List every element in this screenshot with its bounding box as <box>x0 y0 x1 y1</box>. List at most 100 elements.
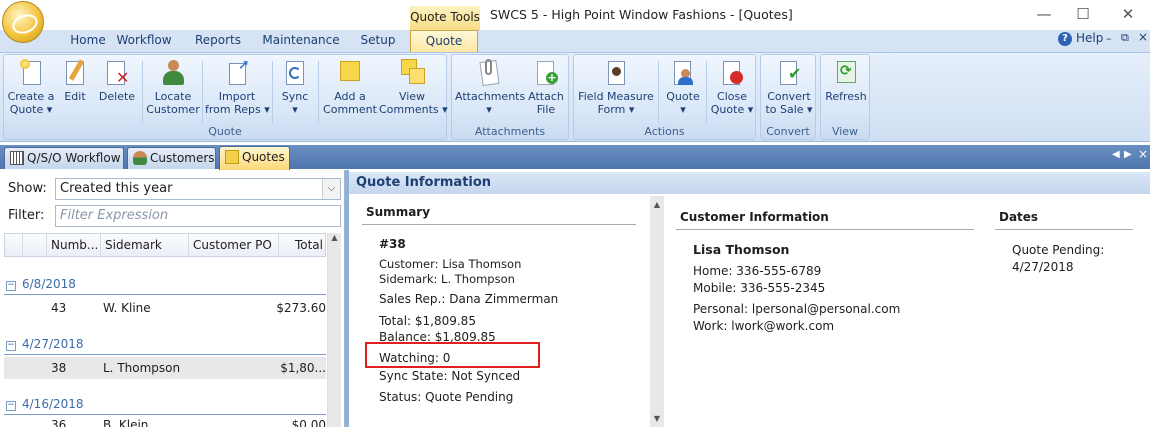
table-row-selected[interactable]: 38 L. Thompson $1,80... <box>4 357 326 379</box>
doc-tab-quotes[interactable]: Quotes <box>219 146 290 170</box>
delete-button[interactable]: ✕ Delete <box>98 59 136 103</box>
attachments-button[interactable]: Attachments ▾ <box>455 59 525 116</box>
scroll-up-icon[interactable]: ▲ <box>650 200 664 209</box>
attach-file-label: Attach File <box>528 90 564 116</box>
ribbon-group-actions: Field Measure Form ▾ Quote ▾ Close Quote… <box>573 54 756 140</box>
customer-info-title: Customer Information <box>680 210 829 224</box>
field-measure-form-button[interactable]: Field Measure Form ▾ <box>577 59 655 116</box>
table-row[interactable]: 43 W. Kline $273.60 <box>4 297 326 319</box>
separator <box>706 61 707 123</box>
edit-button[interactable]: Edit <box>58 59 92 103</box>
delete-x-icon: ✕ <box>104 59 130 87</box>
summary-total: Total: $1,809.85 <box>379 314 476 328</box>
cell-number: 38 <box>51 361 67 375</box>
group-date: 4/27/2018 <box>22 337 84 351</box>
add-comment-button[interactable]: Add a Comment <box>322 59 378 116</box>
new-document-icon <box>18 59 44 87</box>
tab-quote[interactable]: Quote <box>410 30 478 52</box>
filter-label: Filter: <box>8 208 45 223</box>
grid-expander-column <box>23 234 47 256</box>
customer-home-phone: Home: 336-555-6789 <box>693 264 822 278</box>
attach-add-icon: + <box>533 59 559 87</box>
group-label-quote: Quote <box>208 125 242 138</box>
column-header-sidemark[interactable]: Sidemark <box>101 234 189 256</box>
tab-setup[interactable]: Setup <box>354 30 402 52</box>
column-header-number[interactable]: Numb... <box>47 234 101 256</box>
quote-action-label: Quote ▾ <box>666 90 700 116</box>
app-menu-orb-icon[interactable] <box>2 1 44 43</box>
tab-scroll-left-icon[interactable]: ◀ <box>1112 149 1120 160</box>
group-divider <box>4 414 326 415</box>
help-button[interactable]: Help <box>1076 31 1103 45</box>
import-from-reps-button[interactable]: ➚ Import from Reps ▾ <box>205 58 270 116</box>
ribbon-close-icon[interactable]: × <box>1138 30 1148 44</box>
refresh-button[interactable]: ⟳ Refresh <box>823 59 869 103</box>
edit-label: Edit <box>64 90 86 103</box>
show-dropdown[interactable]: Created this year ⌵ <box>55 178 341 200</box>
chevron-down-icon[interactable]: ⌵ <box>322 179 340 199</box>
maximize-button[interactable]: ☐ <box>1069 4 1097 24</box>
doc-tab-label: Quotes <box>242 150 285 164</box>
scroll-down-icon[interactable]: ▼ <box>650 414 664 423</box>
view-comments-button[interactable]: View Comments ▾ <box>379 59 448 116</box>
filter-input[interactable]: Filter Expression <box>55 205 341 227</box>
cell-sidemark: W. Kline <box>103 301 151 315</box>
grid-indicator-column <box>5 234 23 256</box>
refresh-icon: ⟳ <box>833 59 859 87</box>
column-header-total[interactable]: Total <box>279 234 327 256</box>
ribbon-restore-icon[interactable]: ⧉ <box>1121 31 1129 45</box>
customer-work-email[interactable]: Work: lwork@work.com <box>693 319 834 333</box>
tab-close-icon[interactable]: × <box>1138 147 1148 161</box>
collapse-icon[interactable]: − <box>6 341 16 351</box>
create-quote-button[interactable]: Create a Quote ▾ <box>7 59 55 116</box>
quote-number: #38 <box>379 237 406 251</box>
attach-file-button[interactable]: + Attach File <box>526 59 566 116</box>
sticky-notes-icon <box>399 59 425 87</box>
scroll-up-icon[interactable]: ▲ <box>328 233 341 242</box>
group-row[interactable]: −6/8/2018 <box>6 277 76 291</box>
collapse-icon[interactable]: − <box>6 281 16 291</box>
show-value: Created this year <box>60 181 173 196</box>
convert-to-sale-button[interactable]: ✔ Convert to Sale ▾ <box>763 59 815 116</box>
edit-pencil-icon <box>62 59 88 87</box>
summary-sync-state: Sync State: Not Synced <box>379 369 521 383</box>
paperclip-icon <box>476 59 502 87</box>
tab-reports[interactable]: Reports <box>186 30 250 52</box>
minimize-button[interactable]: — <box>1030 4 1058 24</box>
grid-scrollbar[interactable]: ▲ <box>327 233 341 427</box>
help-icon[interactable]: ? <box>1058 32 1072 46</box>
table-row[interactable]: 36 B. Klein $0.00 <box>4 416 326 427</box>
close-quote-button[interactable]: Close Quote ▾ <box>709 59 755 116</box>
summary-sidemark: Sidemark: L. Thompson <box>379 272 515 286</box>
convert-check-icon: ✔ <box>776 59 802 87</box>
tab-maintenance[interactable]: Maintenance <box>256 30 346 52</box>
tab-workflow[interactable]: Workflow <box>106 30 182 52</box>
customer-info-divider <box>676 229 974 230</box>
separator <box>318 61 319 123</box>
ribbon-group-quote: Create a Quote ▾ Edit ✕ Delete Locate Cu… <box>3 54 448 140</box>
sync-button[interactable]: Sync ▾ <box>278 59 312 116</box>
close-quote-label: Close Quote ▾ <box>710 90 754 116</box>
ribbon-minimize-icon[interactable]: – <box>1106 32 1112 45</box>
ribbon-group-view: ⟳ Refresh View <box>820 54 870 140</box>
group-row[interactable]: −4/16/2018 <box>6 397 84 411</box>
summary-scrollbar[interactable]: ▲ ▼ <box>650 196 664 427</box>
tab-scroll-right-icon[interactable]: ▶ <box>1124 149 1132 160</box>
doc-tab-qso-workflow[interactable]: Q/S/O Workflow <box>4 147 124 169</box>
ribbon-group-attachments: Attachments ▾ + Attach File Attachments <box>451 54 569 140</box>
locate-customer-label: Locate Customer <box>146 90 200 116</box>
collapse-icon[interactable]: − <box>6 401 16 411</box>
quote-pending-date: 4/27/2018 <box>1012 260 1074 274</box>
import-from-reps-label: Import from Reps ▾ <box>205 90 270 116</box>
close-button[interactable]: ✕ <box>1114 4 1142 24</box>
column-header-customer-po[interactable]: Customer PO <box>189 234 279 256</box>
quote-action-button[interactable]: Quote ▾ <box>662 59 704 116</box>
customer-personal-email[interactable]: Personal: lpersonal@personal.com <box>693 302 900 316</box>
customer-icon <box>133 151 147 165</box>
cell-total: $0.00 <box>291 418 326 427</box>
group-row[interactable]: −4/27/2018 <box>6 337 84 351</box>
doc-tab-customers[interactable]: Customers <box>127 147 216 169</box>
dates-divider <box>995 229 1133 230</box>
locate-customer-button[interactable]: Locate Customer <box>146 59 200 116</box>
quote-person-icon <box>670 59 696 87</box>
